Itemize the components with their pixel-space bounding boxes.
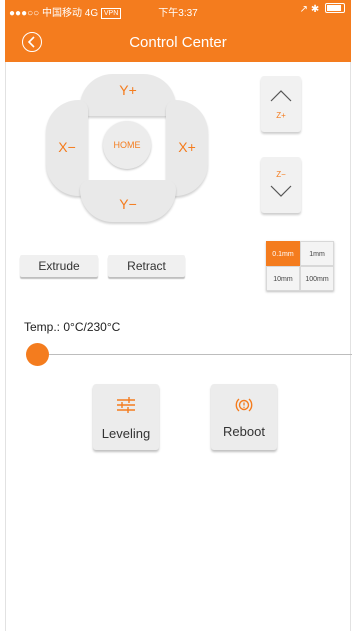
reboot-label: Reboot — [223, 424, 265, 439]
y-plus-button[interactable]: Y+ — [80, 74, 176, 116]
page-title: Control Center — [129, 34, 227, 51]
header-bar: ●●●○○ 中国移动 4G VPN 下午3:37 ↗ ✱ Control Cen… — [5, 0, 351, 62]
chevron-down-icon — [270, 185, 292, 197]
z-minus-button[interactable]: Z− — [261, 157, 301, 213]
x-minus-label: X− — [58, 139, 76, 155]
reboot-button[interactable]: Reboot — [211, 384, 277, 450]
step-option-1mm[interactable]: 1mm — [300, 241, 334, 266]
x-plus-label: X+ — [178, 139, 196, 155]
step-size-selector: 0.1mm 1mm 10mm 100mm — [266, 241, 334, 291]
z-minus-label: Z− — [276, 170, 286, 179]
retract-button[interactable]: Retract — [108, 255, 185, 277]
home-button[interactable]: HOME — [103, 121, 151, 169]
temperature-slider-track[interactable] — [36, 354, 352, 355]
z-plus-label: Z+ — [276, 111, 286, 120]
reboot-warning-icon — [235, 398, 253, 412]
extrude-button[interactable]: Extrude — [20, 255, 98, 277]
x-minus-button[interactable]: X− — [46, 100, 88, 196]
sliders-icon — [117, 397, 135, 413]
temperature-label: Temp.: 0°C/230°C — [24, 320, 121, 334]
leveling-label: Leveling — [101, 426, 151, 441]
step-option-10mm[interactable]: 10mm — [266, 266, 300, 291]
y-minus-label: Y− — [119, 196, 137, 212]
leveling-button[interactable]: Leveling — [93, 384, 159, 450]
y-plus-label: Y+ — [119, 82, 137, 98]
step-option-0-1mm[interactable]: 0.1mm — [266, 241, 300, 266]
battery-icon — [325, 3, 345, 13]
chevron-up-icon — [270, 90, 292, 102]
y-minus-button[interactable]: Y− — [80, 180, 176, 222]
z-plus-button[interactable]: Z+ — [261, 76, 301, 132]
temperature-slider-thumb[interactable] — [26, 343, 49, 366]
status-bar: ●●●○○ 中国移动 4G VPN 下午3:37 ↗ ✱ — [5, 0, 351, 20]
location-bluetooth-icons: ↗ ✱ — [299, 4, 320, 15]
step-option-100mm[interactable]: 100mm — [300, 266, 334, 291]
